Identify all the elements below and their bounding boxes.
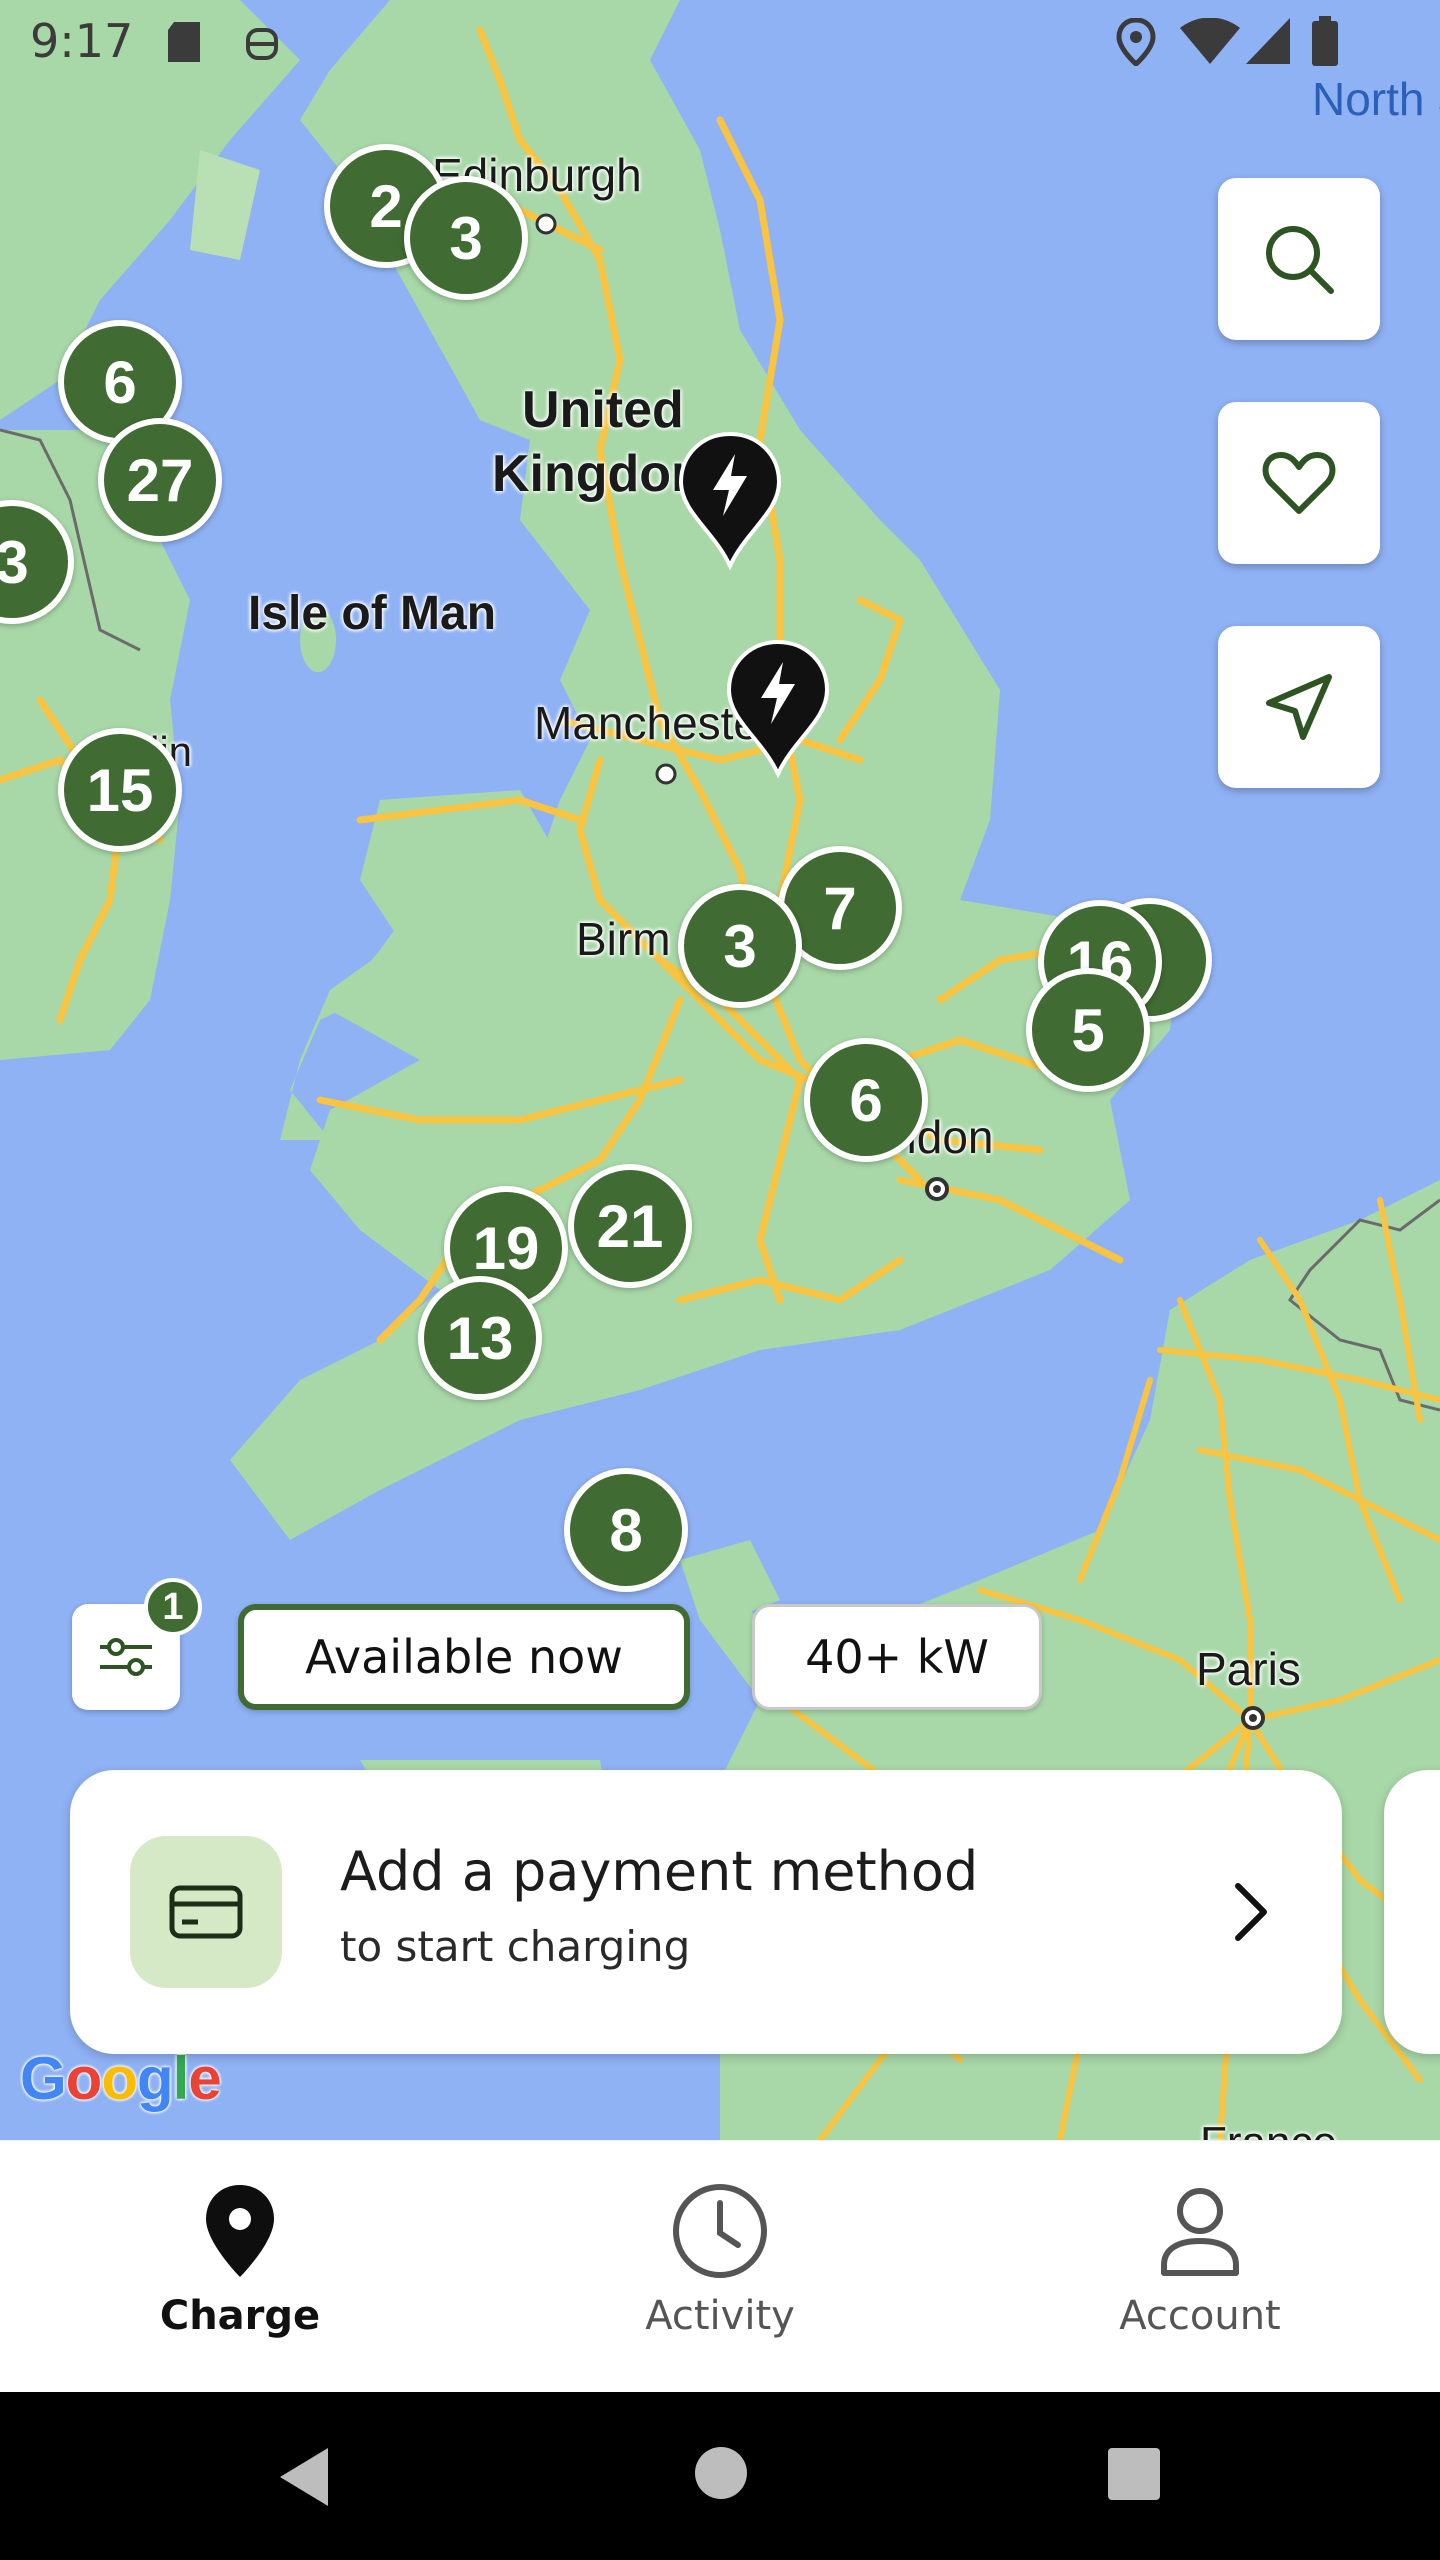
map-label-paris: Paris <box>1196 1643 1301 1695</box>
station-cluster[interactable]: 21 <box>568 1164 692 1288</box>
payment-method-card[interactable]: Add a payment method to start charging <box>70 1770 1342 2054</box>
power-40kw-chip[interactable]: 40+ kW <box>752 1604 1042 1710</box>
station-cluster[interactable]: 13 <box>418 1276 542 1400</box>
battery-icon <box>1312 16 1338 66</box>
cellular-signal-icon <box>1246 18 1290 64</box>
station-cluster[interactable]: 8 <box>564 1468 688 1592</box>
payment-card-title: Add a payment method <box>340 1840 979 1903</box>
tab-charge-label: Charge <box>159 2293 321 2339</box>
search-icon <box>1266 226 1334 294</box>
status-time: 9:17 <box>30 14 134 68</box>
navigation-arrow-icon <box>1266 674 1332 740</box>
clock-icon <box>673 2184 767 2278</box>
tab-activity[interactable]: Activity <box>480 2141 960 2393</box>
next-card-peek[interactable] <box>1384 1770 1440 2054</box>
person-icon <box>1161 2188 1239 2276</box>
station-cluster[interactable]: 3 <box>678 884 802 1008</box>
charging-station-pin-icon[interactable] <box>675 430 785 570</box>
status-bar: 9:17 <box>0 0 1440 84</box>
payment-icon-box <box>130 1836 282 1988</box>
map-label-france: France <box>1200 2118 1337 2140</box>
station-cluster[interactable]: 6 <box>804 1038 928 1162</box>
recents-icon[interactable] <box>1106 2446 1162 2502</box>
bottom-tab-bar: Charge Activity Account <box>0 2140 1440 2393</box>
wifi-icon <box>1180 18 1240 64</box>
search-button[interactable] <box>1218 178 1380 340</box>
map-label-uk: United <box>522 381 684 439</box>
station-cluster[interactable]: 27 <box>98 418 222 542</box>
system-navigation-bar <box>0 2392 1440 2560</box>
station-cluster[interactable]: 5 <box>1026 968 1150 1092</box>
home-icon[interactable] <box>690 2442 752 2504</box>
google-attribution: Google <box>20 2045 222 2112</box>
payment-card-subtitle: to start charging <box>340 1922 691 1971</box>
android-debug-icon <box>246 28 278 60</box>
credit-card-icon <box>169 1885 243 1939</box>
locate-me-button[interactable] <box>1218 626 1380 788</box>
station-cluster[interactable]: 3 <box>404 176 528 300</box>
tab-account[interactable]: Account <box>960 2141 1440 2393</box>
station-cluster[interactable]: 15 <box>58 728 182 852</box>
map-label-isle-of-man: Isle of Man <box>248 587 497 640</box>
tab-charge[interactable]: Charge <box>0 2141 480 2393</box>
map-label-birmingham: Birm <box>576 913 671 965</box>
favorites-button[interactable] <box>1218 402 1380 564</box>
charging-station-pin-icon[interactable] <box>723 638 833 778</box>
tab-activity-label: Activity <box>645 2293 795 2339</box>
heart-icon <box>1262 452 1336 514</box>
tab-account-label: Account <box>1119 2293 1281 2339</box>
available-now-chip[interactable]: Available now <box>238 1604 690 1710</box>
back-icon[interactable] <box>270 2442 340 2512</box>
sd-card-icon <box>168 22 200 62</box>
sliders-icon <box>100 1638 152 1676</box>
filter-count-badge: 1 <box>144 1578 202 1636</box>
location-icon <box>1116 18 1156 66</box>
chevron-right-icon <box>1235 1883 1267 1941</box>
location-pin-icon <box>206 2185 274 2277</box>
